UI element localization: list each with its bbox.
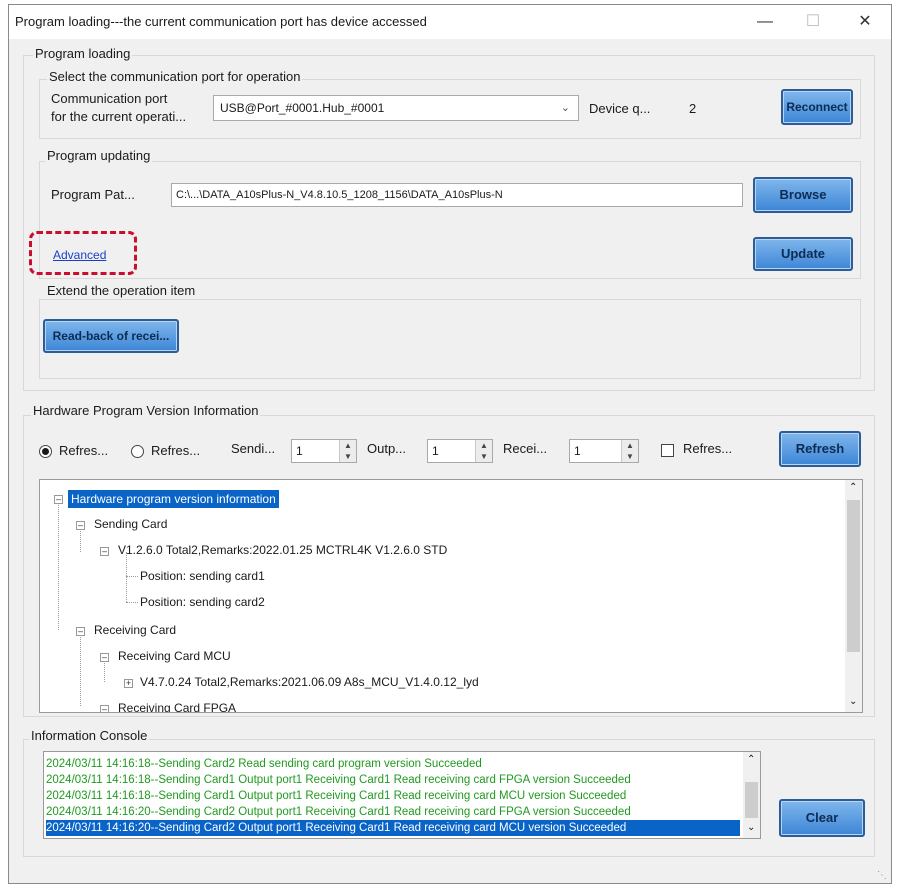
- receiving-stepper[interactable]: 1 ▲ ▼: [569, 439, 639, 463]
- console-line: 2024/03/11 14:16:20--Sending Card2 Outpu…: [46, 806, 631, 818]
- console-line: 2024/03/11 14:16:18--Sending Card1 Outpu…: [46, 790, 627, 802]
- tree-position-1[interactable]: Position: sending card1: [140, 569, 265, 583]
- tree-root[interactable]: Hardware program version information: [68, 490, 279, 508]
- collapse-icon[interactable]: –: [54, 495, 63, 504]
- clear-button[interactable]: Clear: [779, 799, 865, 837]
- update-button[interactable]: Update: [753, 237, 853, 271]
- collapse-icon[interactable]: –: [76, 627, 85, 636]
- console-log[interactable]: 2024/03/11 14:16:18--Sending Card2 Read …: [43, 751, 761, 839]
- select-port-label: Select the communication port for operat…: [47, 69, 303, 84]
- program-loading-window: Program loading---the current communicat…: [8, 4, 892, 884]
- resize-grip-icon[interactable]: ⋱: [877, 870, 887, 881]
- console-line-selected: 2024/03/11 14:16:20--Sending Card2 Outpu…: [46, 820, 740, 836]
- version-tree[interactable]: – Hardware program version information –…: [39, 479, 863, 713]
- stepper-arrows-icon[interactable]: ▲ ▼: [339, 440, 356, 462]
- title-bar: Program loading---the current communicat…: [9, 5, 891, 39]
- sending-stepper-value: 1: [296, 444, 303, 458]
- output-stepper[interactable]: 1 ▲ ▼: [427, 439, 493, 463]
- collapse-icon[interactable]: –: [76, 521, 85, 530]
- reconnect-button[interactable]: Reconnect: [781, 89, 853, 125]
- scroll-down-icon[interactable]: ⌄: [849, 696, 857, 707]
- program-path-input[interactable]: C:\...\DATA_A10sPlus-N_V4.8.10.5_1208_11…: [171, 183, 743, 207]
- minimize-icon[interactable]: —: [743, 9, 787, 35]
- program-path-label: Program Pat...: [51, 187, 135, 202]
- port-label-line2: for the current operati...: [51, 109, 187, 124]
- refresh-radio-1[interactable]: [39, 445, 52, 458]
- device-quantity-label: Device q...: [589, 101, 651, 116]
- maximize-icon[interactable]: ☐: [791, 9, 835, 35]
- tree-receiving-fpga[interactable]: Receiving Card FPGA: [118, 701, 236, 712]
- refresh-radio-2-label: Refres...: [151, 443, 201, 458]
- console-line: 2024/03/11 14:16:18--Sending Card2 Read …: [46, 758, 482, 770]
- console-label: Information Console: [29, 728, 150, 743]
- stepper-arrows-icon[interactable]: ▲ ▼: [621, 440, 638, 462]
- scroll-up-icon[interactable]: ⌃: [747, 754, 755, 765]
- refresh-button[interactable]: Refresh: [779, 431, 861, 467]
- stepper-arrows-icon[interactable]: ▲ ▼: [475, 440, 492, 462]
- receiving-stepper-value: 1: [574, 444, 581, 458]
- output-label: Outp...: [367, 441, 407, 456]
- output-stepper-value: 1: [432, 444, 439, 458]
- extend-label: Extend the operation item: [45, 283, 198, 298]
- tree-position-2[interactable]: Position: sending card2: [140, 595, 265, 609]
- tree-scrollbar[interactable]: ⌃ ⌄: [845, 480, 862, 712]
- tree-receiving-card[interactable]: Receiving Card: [94, 623, 176, 637]
- tree-receiving-mcu[interactable]: Receiving Card MCU: [118, 649, 231, 663]
- sending-stepper[interactable]: 1 ▲ ▼: [291, 439, 357, 463]
- tree-scroll-thumb[interactable]: [847, 500, 860, 652]
- refresh-checkbox-label: Refres...: [683, 441, 733, 456]
- close-icon[interactable]: ✕: [843, 9, 887, 35]
- refresh-checkbox[interactable]: [661, 444, 674, 457]
- readback-button[interactable]: Read-back of recei...: [43, 319, 179, 353]
- refresh-radio-2[interactable]: [131, 445, 144, 458]
- tree-mcu-version[interactable]: V4.7.0.24 Total2,Remarks:2021.06.09 A8s_…: [140, 675, 479, 689]
- program-updating-group: [39, 161, 861, 279]
- collapse-icon[interactable]: –: [100, 705, 109, 712]
- tree-sending-version[interactable]: V1.2.6.0 Total2,Remarks:2022.01.25 MCTRL…: [118, 543, 447, 557]
- program-loading-label: Program loading: [33, 46, 133, 61]
- console-scroll-thumb[interactable]: [745, 782, 758, 818]
- expand-icon[interactable]: +: [124, 679, 133, 688]
- port-select-value: USB@Port_#0001.Hub_#0001: [220, 101, 385, 115]
- scroll-up-icon[interactable]: ⌃: [849, 482, 857, 493]
- collapse-icon[interactable]: –: [100, 653, 109, 662]
- sending-label: Sendi...: [231, 441, 276, 456]
- refresh-radio-1-label: Refres...: [59, 443, 109, 458]
- tree-sending-card[interactable]: Sending Card: [94, 517, 167, 531]
- window-title: Program loading---the current communicat…: [15, 14, 427, 29]
- chevron-down-icon: ⌄: [560, 102, 570, 114]
- device-quantity-value: 2: [689, 101, 697, 116]
- collapse-icon[interactable]: –: [100, 547, 109, 556]
- hardware-label: Hardware Program Version Information: [31, 403, 261, 418]
- receiving-label: Recei...: [503, 441, 548, 456]
- browse-button[interactable]: Browse: [753, 177, 853, 213]
- port-label-line1: Communication port: [51, 91, 168, 106]
- scroll-down-icon[interactable]: ⌄: [747, 822, 755, 833]
- port-select[interactable]: USB@Port_#0001.Hub_#0001 ⌄: [213, 95, 579, 121]
- console-scrollbar[interactable]: ⌃ ⌄: [743, 752, 760, 838]
- program-updating-label: Program updating: [45, 148, 153, 163]
- advanced-link[interactable]: Advanced: [53, 248, 106, 262]
- console-line: 2024/03/11 14:16:18--Sending Card1 Outpu…: [46, 774, 631, 786]
